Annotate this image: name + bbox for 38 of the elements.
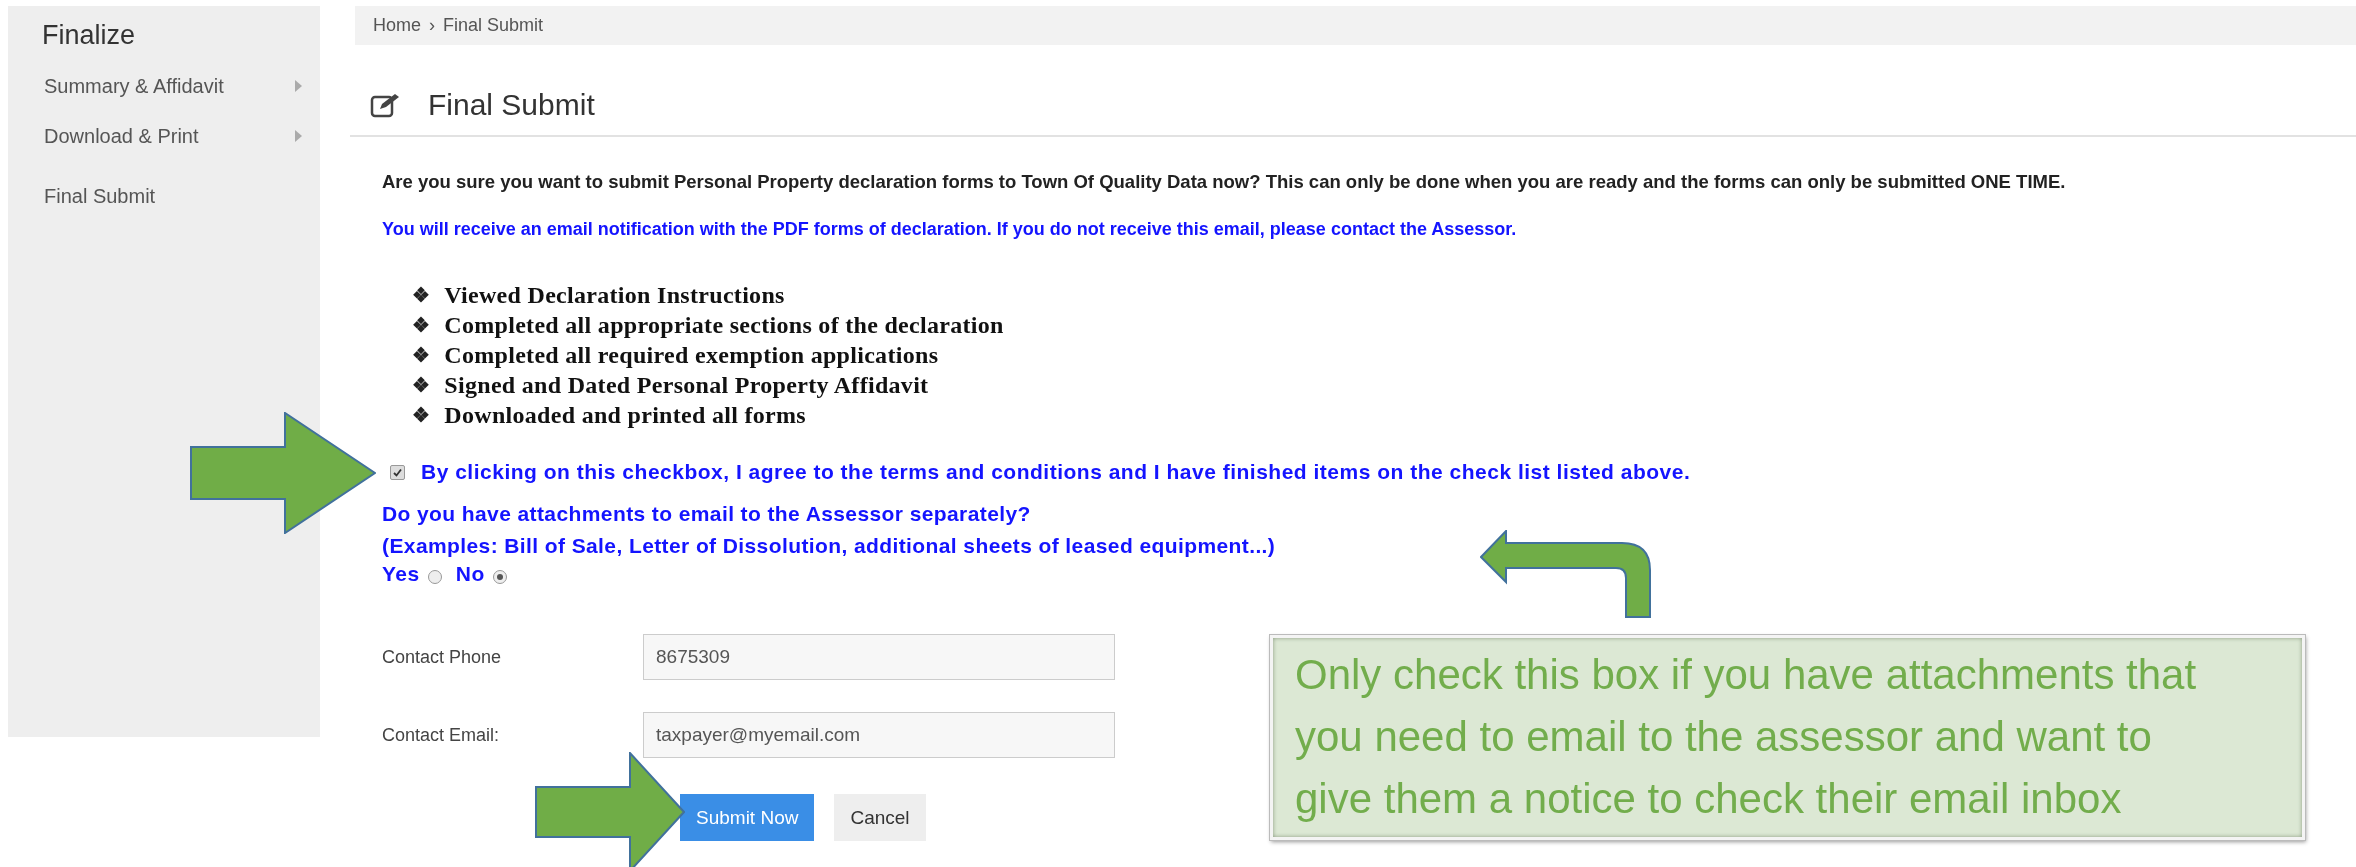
checklist-item: Completed all appropriate sections of the declaration — [444, 311, 1004, 340]
radio-button[interactable] — [427, 570, 442, 584]
checklist-item: Viewed Declaration Instructions — [444, 281, 785, 310]
intro-text: Are you sure you want to submit Personal Property declaration forms to Town Of Quality Data now? This can only be done when you are ready and the forms can only be submitted ONE TIME. — [382, 171, 2067, 193]
field-label: Contact Phone — [382, 646, 503, 668]
list-bullet: ❖ — [412, 373, 431, 398]
callout-note: Only check this box if you have attachments that you need to email to the assessor and want to give them a notice to check their email inbox — [1270, 635, 2305, 840]
breadcrumb-separator: › — [429, 15, 435, 36]
page-title: Final Submit — [428, 88, 595, 122]
list-bullet: ❖ — [412, 283, 431, 308]
submit-button[interactable]: Submit Now — [680, 794, 815, 841]
sidebar-title: Finalize — [42, 20, 137, 51]
radio-label: No — [455, 562, 485, 586]
breadcrumb-link[interactable]: Home — [373, 15, 421, 36]
question-text: (Examples: Bill of Sale, Letter of Dissolution, additional sheets of leased equipment...) — [382, 533, 1277, 559]
field-label: Contact Email: — [382, 724, 501, 746]
radio-button[interactable] — [492, 570, 507, 584]
sidebar-item[interactable]: Download & Print — [44, 121, 316, 151]
checklist-item: Completed all required exemption applications — [444, 341, 939, 370]
list-bullet: ❖ — [412, 403, 431, 428]
caret-right-icon — [295, 80, 302, 92]
checkmark-icon — [393, 467, 402, 477]
text-field[interactable]: 8675309 — [643, 634, 1115, 680]
list-bullet: ❖ — [412, 343, 431, 368]
checklist-item: Signed and Dated Personal Property Affidavit — [444, 371, 929, 400]
question-text: Do you have attachments to email to the Assessor separately? — [382, 501, 1032, 527]
radio-label: Yes — [382, 562, 420, 586]
sidebar-item[interactable]: Summary & Affidavit — [44, 71, 316, 101]
sidebar-item[interactable]: Final Submit — [44, 181, 316, 211]
notice-text: You will receive an email notification with the PDF forms of declaration. If you do not receive this email, please contact the Assessor. — [382, 219, 1518, 240]
caret-right-icon — [295, 130, 302, 142]
agreement-label: By clicking on this checkbox, I agree to the terms and conditions and I have finished items on the check list listed above. — [421, 460, 1691, 484]
list-bullet: ❖ — [412, 313, 431, 338]
checklist-item: Downloaded and printed all forms — [444, 401, 806, 430]
breadcrumb-current: Final Submit — [443, 15, 544, 36]
text-field[interactable]: taxpayer@myemail.com — [643, 712, 1115, 758]
cancel-button[interactable]: Cancel — [834, 794, 926, 841]
agreement-checkbox[interactable] — [390, 464, 405, 480]
